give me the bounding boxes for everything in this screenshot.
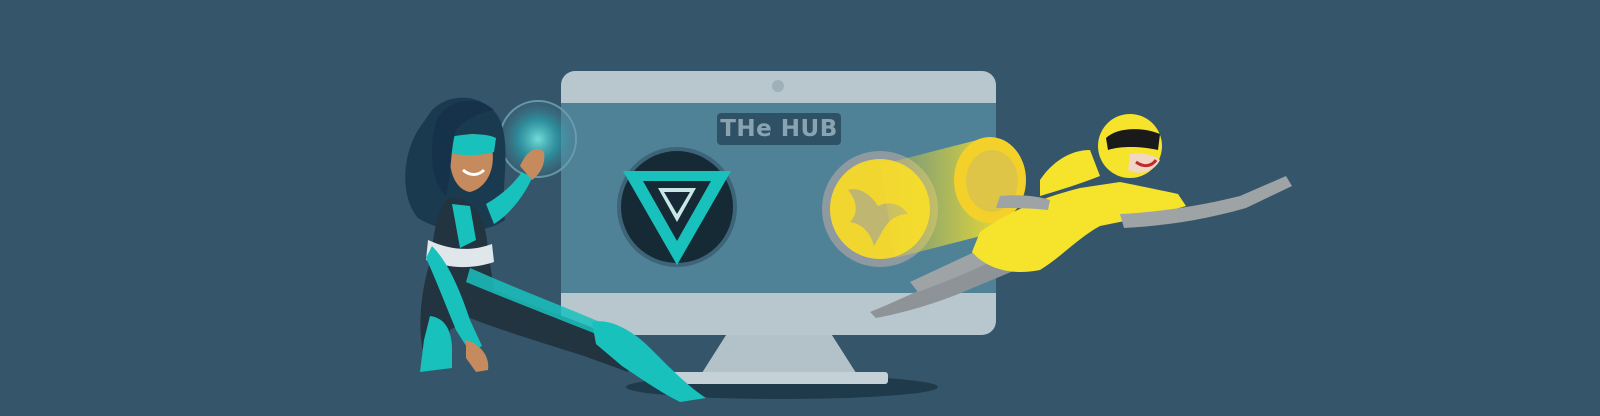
monitor-base (670, 372, 888, 384)
webcam-icon (772, 80, 784, 92)
triangle-v-logo-icon (617, 147, 737, 267)
hub-banner-illustration: THe HUB (0, 0, 1600, 416)
the-hub-label: THe HUB (717, 113, 841, 145)
monitor-stand (700, 332, 858, 376)
scene-artwork (405, 71, 1292, 402)
